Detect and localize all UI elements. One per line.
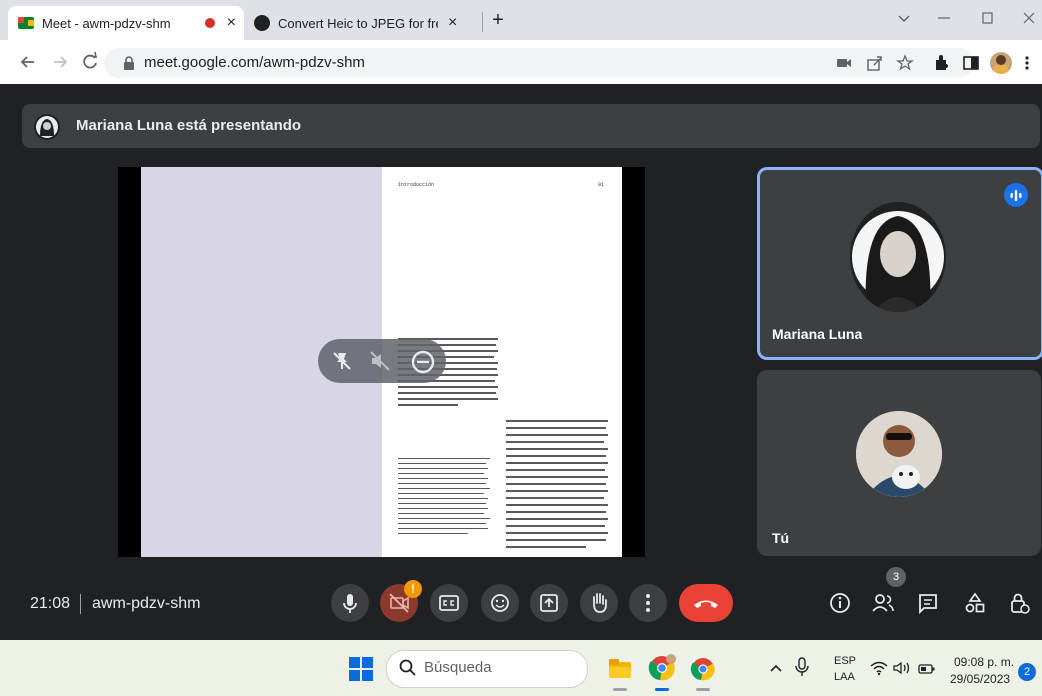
reactions-button[interactable] (481, 584, 519, 622)
more-options-button[interactable] (629, 584, 667, 622)
share-icon[interactable] (866, 54, 884, 72)
search-placeholder: Búsqueda (424, 659, 492, 676)
close-window-button[interactable] (1020, 10, 1038, 26)
slide-header-left: Introducción (398, 182, 435, 188)
camera-indicator-icon[interactable] (836, 55, 852, 71)
host-controls-button[interactable] (1004, 588, 1034, 618)
microphone-button[interactable] (331, 584, 369, 622)
back-button[interactable] (16, 50, 40, 74)
taskbar-indicator (655, 688, 669, 691)
tab-divider (482, 12, 483, 32)
tab-meet[interactable]: Meet - awm-pdzv-shm × (8, 6, 244, 40)
leave-call-button[interactable] (679, 584, 733, 622)
clock-date[interactable]: 29/05/2023 (950, 672, 1010, 686)
close-icon[interactable]: × (448, 14, 457, 32)
restore-button[interactable] (978, 10, 998, 26)
file-explorer-icon[interactable] (606, 654, 634, 682)
tab-title: Meet - awm-pdzv-shm (42, 15, 171, 31)
document-footnotes (398, 458, 498, 548)
participant-avatar-mariana (850, 202, 946, 312)
chrome-icon[interactable] (688, 654, 718, 684)
meeting-code[interactable]: awm-pdzv-shm (92, 595, 200, 613)
tab-search-icon[interactable] (896, 10, 912, 26)
battery-icon[interactable] (918, 662, 936, 674)
meeting-time: 21:08 (30, 595, 71, 612)
wifi-icon[interactable] (870, 660, 888, 676)
slide-header-right: 01 (598, 182, 605, 188)
lock-icon[interactable] (122, 55, 136, 71)
present-screen-button[interactable] (530, 584, 568, 622)
recording-icon (204, 18, 215, 28)
profile-avatar[interactable] (990, 52, 1012, 74)
taskbar-indicator (696, 688, 710, 691)
participant-name: Tú (772, 530, 790, 546)
taskbar-indicator (613, 688, 627, 691)
minimize-button[interactable] (934, 10, 954, 26)
fullscreen-icon[interactable] (410, 349, 436, 375)
clock-time[interactable]: 09:08 p. m. (954, 655, 1014, 669)
participant-name: Mariana Luna (772, 326, 863, 342)
chrome-profile-icon[interactable] (646, 652, 678, 684)
camera-alert-badge: ! (404, 580, 422, 598)
meet-logo-icon (18, 17, 34, 29)
notification-badge[interactable]: 2 (1018, 663, 1036, 681)
presenter-avatar (34, 114, 60, 140)
activities-button[interactable] (960, 588, 990, 618)
volume-icon[interactable] (892, 660, 912, 676)
mute-presentation-icon[interactable] (368, 349, 392, 373)
presenting-text: Mariana Luna está presentando (76, 117, 302, 134)
chat-button[interactable] (913, 588, 943, 618)
new-tab-button[interactable]: + (486, 8, 510, 32)
raise-hand-button[interactable] (580, 584, 618, 622)
bookmark-star-icon[interactable] (896, 54, 914, 72)
forward-button[interactable] (48, 50, 72, 74)
url-text[interactable]: meet.google.com/awm-pdzv-shm (144, 54, 365, 71)
side-panel-icon[interactable] (962, 54, 980, 72)
people-button[interactable] (868, 588, 898, 618)
time-divider (80, 594, 81, 614)
language-bottom[interactable]: LAA (834, 671, 855, 683)
tab-title: Convert Heic to JPEG for free | M (278, 15, 438, 31)
captions-button[interactable] (430, 584, 468, 622)
participant-avatar-self (856, 411, 942, 497)
speaking-indicator-icon (1004, 183, 1028, 207)
browser-menu-icon[interactable] (1024, 55, 1030, 71)
extensions-icon[interactable] (932, 54, 950, 72)
show-hidden-icons-icon[interactable] (768, 660, 784, 676)
site-favicon-icon (254, 15, 270, 31)
reload-button[interactable] (78, 50, 102, 74)
document-text-block (506, 420, 610, 556)
microphone-tray-icon[interactable] (794, 656, 810, 678)
people-count-badge: 3 (886, 567, 906, 587)
tab-convert-heic[interactable]: Convert Heic to JPEG for free | M × (246, 6, 476, 40)
language-top[interactable]: ESP (834, 655, 856, 667)
pin-off-icon[interactable] (330, 349, 354, 373)
windows-start-icon[interactable] (347, 655, 375, 683)
search-icon (398, 658, 418, 678)
close-icon[interactable]: × (227, 14, 236, 32)
meeting-details-button[interactable] (825, 588, 855, 618)
